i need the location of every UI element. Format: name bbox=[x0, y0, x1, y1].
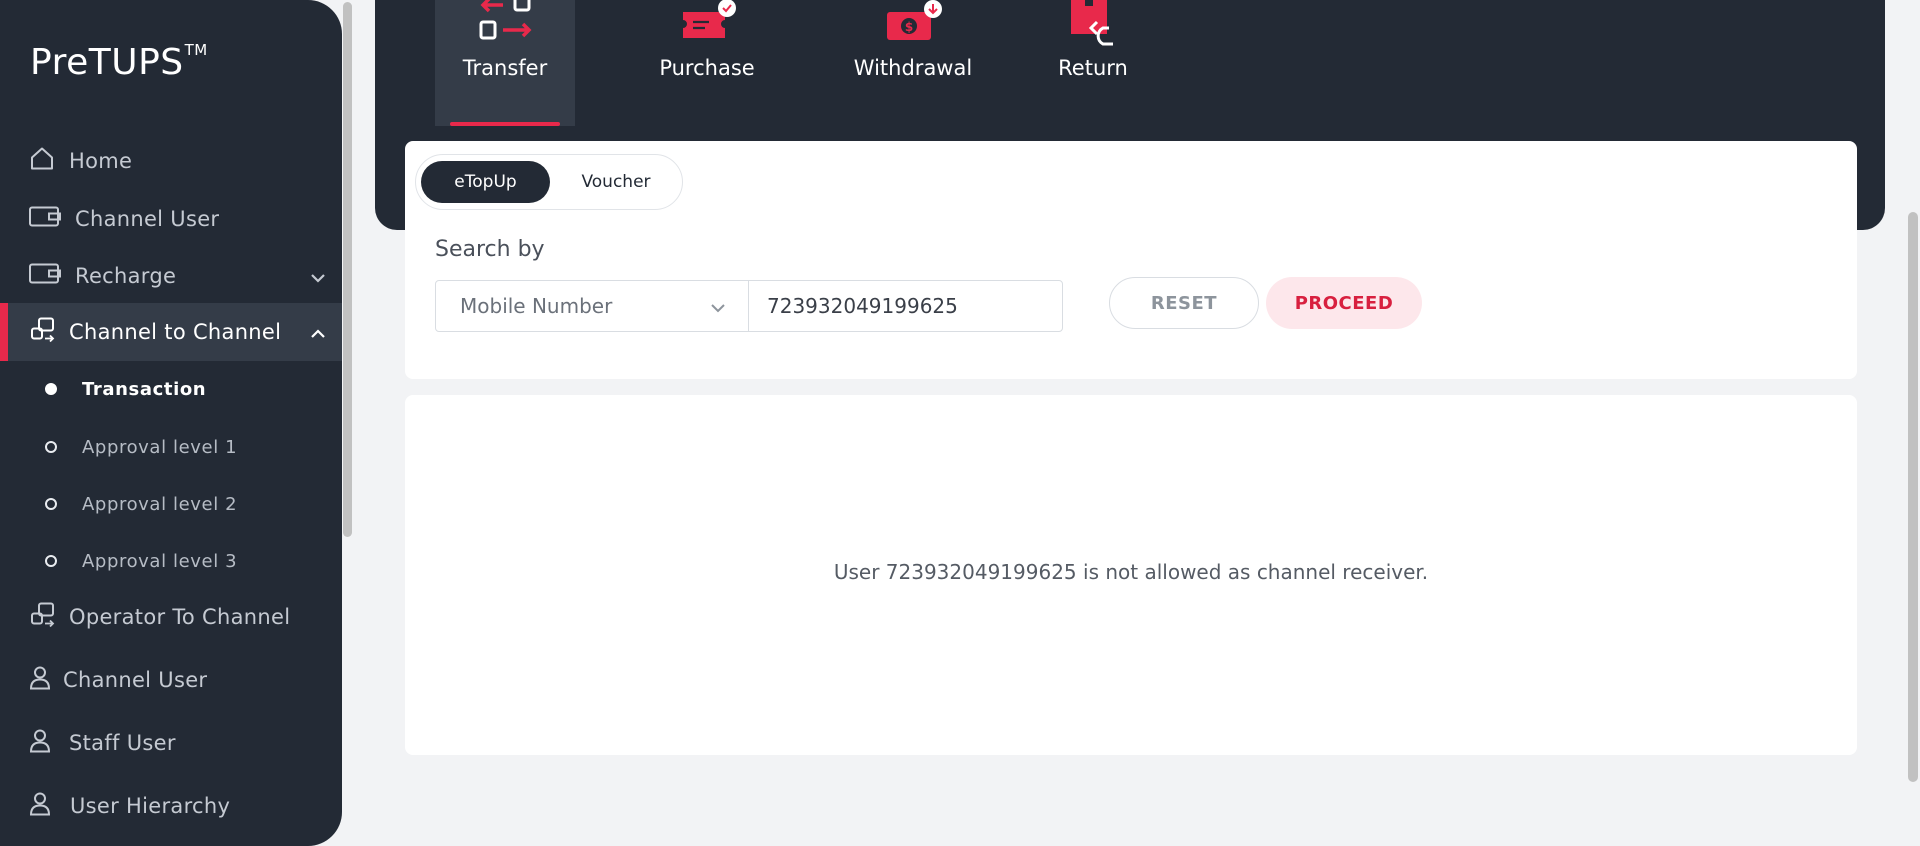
svg-text:$: $ bbox=[905, 20, 913, 34]
toggle-voucher[interactable]: Voucher bbox=[554, 161, 678, 203]
tab-label: Transfer bbox=[462, 56, 548, 80]
user-icon bbox=[29, 791, 51, 822]
tab-label: Purchase bbox=[659, 56, 755, 80]
toggle-etopup[interactable]: eTopUp bbox=[421, 161, 550, 203]
return-box-icon bbox=[1063, 0, 1123, 53]
home-icon bbox=[29, 146, 55, 177]
transfer-users-icon bbox=[29, 317, 57, 348]
sidebar-subitem-transaction[interactable]: Transaction bbox=[0, 364, 342, 414]
bullet-icon bbox=[45, 441, 57, 453]
sidebar-item-label: Staff User bbox=[69, 731, 176, 755]
sidebar-item-staff-user[interactable]: Staff User bbox=[0, 714, 342, 772]
tab-return[interactable]: Return bbox=[1023, 0, 1163, 126]
sidebar-item-operator-to-channel[interactable]: Operator To Channel bbox=[0, 588, 342, 646]
bullet-icon bbox=[45, 383, 57, 395]
sidebar-scrollbar[interactable] bbox=[343, 2, 352, 537]
sidebar-item-home[interactable]: Home bbox=[0, 132, 342, 190]
tab-label: Withdrawal bbox=[853, 56, 973, 80]
wallet-icon bbox=[29, 206, 61, 233]
sidebar-item-label: Channel to Channel bbox=[69, 320, 282, 344]
error-message: User 723932049199625 is not allowed as c… bbox=[833, 560, 1429, 584]
ticket-check-icon bbox=[677, 0, 737, 49]
result-card: User 723932049199625 is not allowed as c… bbox=[405, 395, 1857, 755]
chevron-up-icon bbox=[310, 320, 326, 344]
sidebar-subitem-approval-1[interactable]: Approval level 1 bbox=[0, 422, 342, 472]
sidebar-item-label: Channel User bbox=[75, 207, 220, 231]
sidebar-item-recharge[interactable]: Recharge bbox=[0, 247, 342, 305]
sidebar-subitem-label: Approval level 3 bbox=[82, 550, 238, 572]
search-type-select[interactable]: Mobile Number bbox=[435, 280, 749, 332]
user-icon bbox=[29, 665, 51, 696]
sidebar-item-channel-to-channel[interactable]: Channel to Channel bbox=[0, 303, 342, 361]
search-type-value: Mobile Number bbox=[460, 294, 613, 318]
bullet-icon bbox=[45, 555, 57, 567]
money-withdraw-icon: $ bbox=[883, 0, 943, 49]
brand-logo: PreTUPSTM bbox=[30, 41, 208, 83]
sidebar-item-label: Channel User bbox=[63, 668, 208, 692]
page-scrollbar[interactable] bbox=[1908, 212, 1918, 782]
sidebar-item-label: Recharge bbox=[75, 264, 177, 288]
user-icon bbox=[29, 728, 51, 759]
sidebar-item-channel-user[interactable]: Channel User bbox=[0, 190, 342, 248]
chevron-down-icon bbox=[310, 264, 326, 288]
sidebar-item-channel-user-2[interactable]: Channel User bbox=[0, 651, 342, 709]
search-by-label: Search by bbox=[435, 237, 545, 262]
sidebar-subitem-approval-2[interactable]: Approval level 2 bbox=[0, 479, 342, 529]
bullet-icon bbox=[45, 498, 57, 510]
chevron-down-icon bbox=[710, 294, 726, 318]
sidebar-subitem-approval-3[interactable]: Approval level 3 bbox=[0, 536, 342, 586]
sidebar-subitem-label: Approval level 1 bbox=[82, 436, 238, 458]
search-card: eTopUp Voucher Search by Mobile Number R… bbox=[405, 141, 1857, 379]
sidebar: PreTUPSTM Home Channel User Recharge Cha… bbox=[0, 0, 342, 846]
sidebar-subitem-label: Transaction bbox=[82, 378, 207, 400]
product-type-toggle: eTopUp Voucher bbox=[415, 154, 683, 210]
tab-label: Return bbox=[1058, 56, 1128, 80]
transfer-users-icon bbox=[29, 602, 57, 633]
tab-transfer[interactable]: Transfer bbox=[435, 0, 575, 126]
sidebar-item-user-hierarchy[interactable]: User Hierarchy bbox=[0, 777, 342, 835]
sidebar-item-label: Operator To Channel bbox=[69, 605, 291, 629]
sidebar-item-label: Home bbox=[69, 149, 133, 173]
mobile-number-input[interactable] bbox=[748, 280, 1063, 332]
sidebar-item-label: User Hierarchy bbox=[70, 794, 231, 818]
sidebar-subitem-label: Approval level 2 bbox=[82, 493, 238, 515]
reset-button[interactable]: RESET bbox=[1109, 277, 1259, 329]
proceed-button[interactable]: PROCEED bbox=[1266, 277, 1422, 329]
tab-withdrawal[interactable]: $ Withdrawal bbox=[843, 0, 983, 126]
wallet-icon bbox=[29, 263, 61, 290]
transfer-arrows-icon bbox=[473, 0, 537, 49]
tab-purchase[interactable]: Purchase bbox=[637, 0, 777, 126]
